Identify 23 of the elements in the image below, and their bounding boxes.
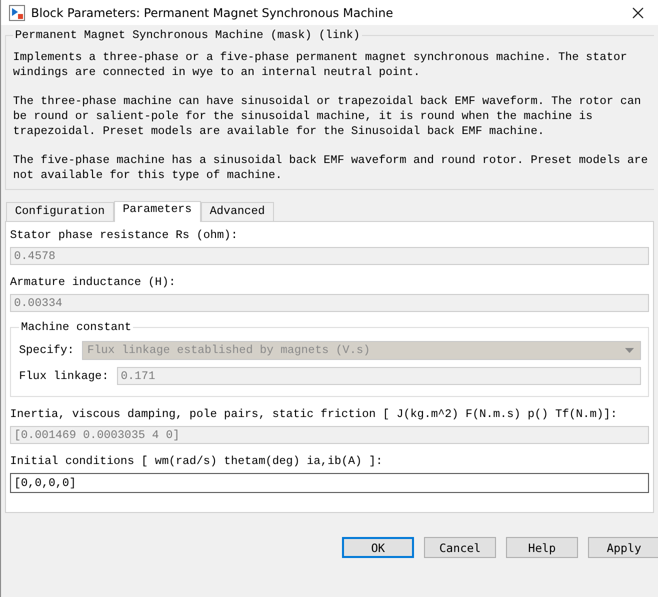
input-field[interactable]: [0,0,0,0] <box>10 473 649 493</box>
dialog-button[interactable]: Apply <box>588 537 658 558</box>
window-title: Block Parameters: Permanent Magnet Synchronous Machine <box>31 6 394 20</box>
description-text: Implements a three-phase or a five-phase permanent magnet synchronous machine. The stator windings are connected in wye to an internal neutral point. <box>13 50 628 80</box>
close-icon[interactable] <box>632 6 644 18</box>
description-text: The five-phase machine has a sinusoidal back EMF waveform and round rotor. Preset models are not available for this type of machine. <box>13 153 648 183</box>
caret-icon <box>625 348 634 353</box>
tab[interactable]: Parameters <box>114 201 201 222</box>
group-title: Permanent Magnet Synchronous Machine (mask) (link) <box>14 29 362 42</box>
tab[interactable]: Advanced <box>200 202 274 221</box>
block-icon <box>9 4 25 20</box>
field-label: Armature inductance (H): <box>10 276 177 289</box>
field-label: Inertia, viscous damping, pole pairs, static friction [ J(kg.m^2) F(N.m.s) p() Tf(N.m)]: <box>10 408 618 421</box>
field-label: Specify: <box>19 344 74 357</box>
dialog-button[interactable]: OK <box>342 537 414 558</box>
tab[interactable]: Configuration <box>6 202 114 221</box>
description-text: The three-phase machine can have sinusoidal or trapezoidal back EMF waveform. The rotor can be round or salient-pole for the sinusoidal machine, it is round when the machine is trapezoidal. Preset models are available for the Sinusoidal back EMF machine. <box>13 94 642 139</box>
field-label: Flux linkage: <box>19 370 109 382</box>
dialog-button[interactable]: Help <box>506 537 578 558</box>
group-title: Machine constant <box>20 321 132 334</box>
field-label: Initial conditions [ wm(rad/s) thetam(deg) ia,ib(A) ]: <box>10 455 384 468</box>
dialog-button[interactable]: Cancel <box>424 537 496 558</box>
field-label: Stator phase resistance Rs (ohm): <box>10 229 239 242</box>
